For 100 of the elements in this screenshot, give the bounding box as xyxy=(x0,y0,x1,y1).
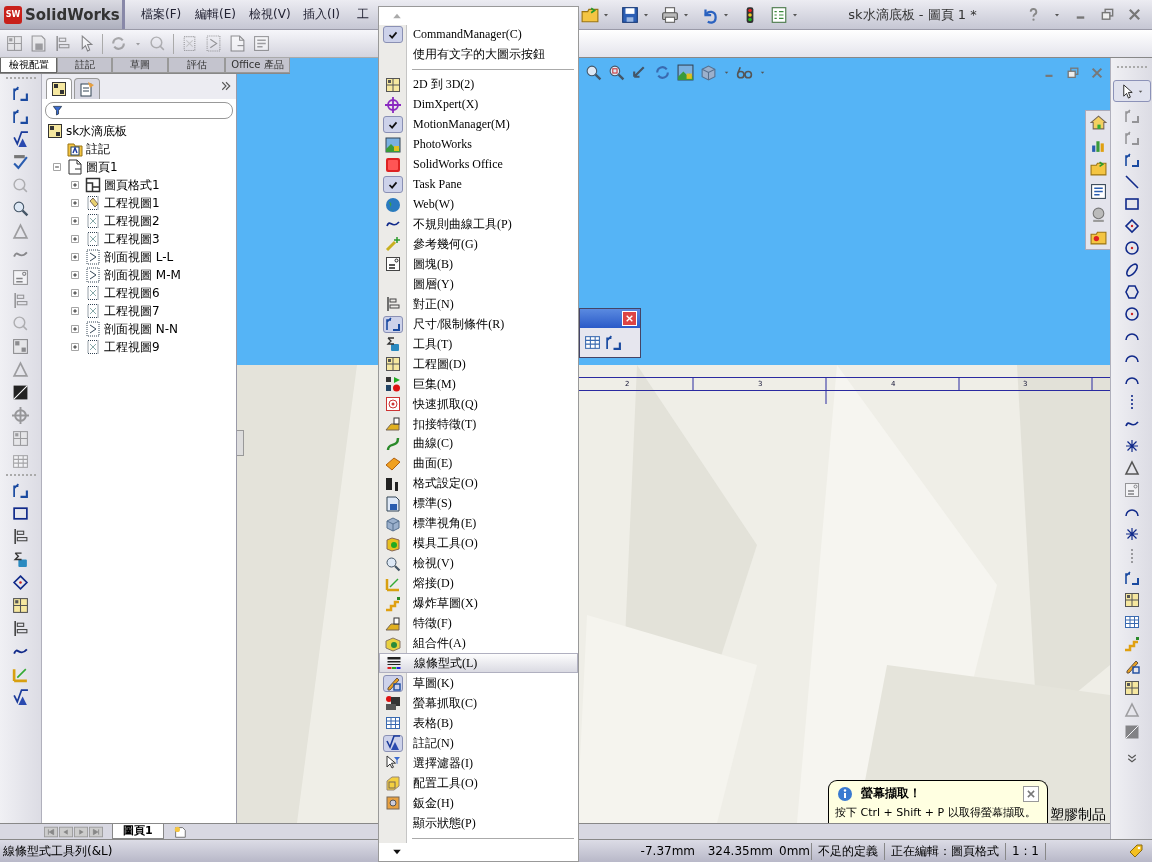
panel-tab[interactable] xyxy=(46,78,72,99)
tree-item[interactable]: 剖面視圖 L-L xyxy=(104,248,174,266)
save-icon[interactable] xyxy=(621,5,639,24)
menu-item[interactable]: 標準視角(E) xyxy=(379,513,578,534)
collapse-handle[interactable] xyxy=(237,430,244,456)
tab[interactable]: 註記 xyxy=(57,58,112,73)
rotate-icon[interactable] xyxy=(654,64,671,81)
menu-item[interactable]: 尺寸/限制條件(R) xyxy=(379,314,578,335)
star-icon[interactable] xyxy=(1123,438,1140,454)
checklist-icon[interactable] xyxy=(770,5,788,24)
menu-item[interactable]: 巨集(M) xyxy=(379,374,578,395)
tree-item[interactable]: 剖面視圖 M-M xyxy=(104,266,181,284)
menu-item[interactable]: 爆炸草圖(X) xyxy=(379,593,578,614)
menu-item[interactable]: 配置工具(O) xyxy=(379,773,578,794)
glasses-icon[interactable] xyxy=(736,64,753,81)
menu-item[interactable]: DimXpert(X) xyxy=(379,94,578,115)
plus-icon[interactable] xyxy=(69,287,81,299)
tag-icon[interactable] xyxy=(1128,843,1144,859)
tools-icon[interactable] xyxy=(12,551,29,568)
diamond-icon[interactable] xyxy=(1123,218,1140,234)
dimension-icon[interactable] xyxy=(1123,570,1140,586)
tree-item[interactable]: 圖頁格式1 xyxy=(104,176,160,194)
new-sheet-icon[interactable] xyxy=(172,824,187,839)
zoom-area-icon[interactable] xyxy=(608,64,625,81)
steps-icon[interactable] xyxy=(1123,636,1140,652)
menu-item[interactable]: 扣接特徵(T) xyxy=(379,414,578,434)
plus-icon[interactable] xyxy=(69,233,81,245)
menu-item[interactable]: 特徵(F) xyxy=(379,613,578,634)
plus-icon[interactable] xyxy=(69,341,81,353)
menu-item[interactable]: 快速抓取(Q) xyxy=(379,394,578,415)
plus-icon[interactable] xyxy=(69,269,81,281)
annotation-icon[interactable] xyxy=(12,689,29,706)
menu-item[interactable]: 曲線(C) xyxy=(379,434,578,454)
folder-icon[interactable] xyxy=(1089,160,1107,177)
menu-item[interactable]: 表格(B) xyxy=(379,713,578,734)
check-mark-icon[interactable] xyxy=(12,154,29,171)
menu-item[interactable]: 2D 到 3D(2) xyxy=(379,74,578,95)
grid-icon[interactable] xyxy=(1123,592,1140,608)
menu-item[interactable]: 使用有文字的大圖示按鈕 xyxy=(379,44,578,65)
close-button[interactable] xyxy=(1023,785,1039,802)
menu-item[interactable]: 熔接(D) xyxy=(379,573,578,594)
minus-icon[interactable] xyxy=(51,161,63,173)
menu-item[interactable]: 線條型式(L) xyxy=(379,653,578,674)
tab[interactable]: 評估 xyxy=(168,58,225,73)
double-chevron-icon[interactable] xyxy=(1125,752,1138,764)
menu-item[interactable]: 註記(N) xyxy=(379,733,578,754)
menu-item[interactable]: 圖塊(B) xyxy=(379,254,578,275)
align-icon[interactable] xyxy=(12,528,29,545)
menu-item[interactable]: MotionManager(M) xyxy=(379,114,578,135)
table-icon[interactable] xyxy=(584,334,601,351)
menu-item[interactable]: 曲面(E) xyxy=(379,453,578,474)
sheet-tab[interactable]: 圖頁1 xyxy=(112,824,164,839)
menu-item[interactable]: Web(W) xyxy=(379,194,578,215)
menu-item[interactable]: 格式設定(O) xyxy=(379,473,578,494)
ellipse-icon[interactable] xyxy=(1123,262,1140,278)
menu-item[interactable]: 插入(I) xyxy=(303,6,357,23)
menu-item[interactable]: 檢視(V) xyxy=(249,6,303,23)
folder-star-icon[interactable] xyxy=(1089,229,1107,246)
plus-icon[interactable] xyxy=(69,197,81,209)
menu-item[interactable]: 顯示狀態(P) xyxy=(379,813,578,834)
folder-icon[interactable] xyxy=(581,5,599,24)
menu-item[interactable]: 工程圖(D) xyxy=(379,354,578,375)
diamond-icon[interactable] xyxy=(12,574,29,591)
block-icon[interactable] xyxy=(1123,482,1140,498)
restore-icon[interactable] xyxy=(1066,66,1080,80)
menu-item[interactable]: 不規則曲線工具(P) xyxy=(379,214,578,235)
annotation-icon[interactable] xyxy=(12,131,29,148)
dimension-icon[interactable] xyxy=(12,482,29,499)
dimension-icon[interactable] xyxy=(12,85,29,102)
menu-item[interactable]: 對正(N) xyxy=(379,294,578,315)
filter-field[interactable] xyxy=(45,102,233,119)
menu-item[interactable]: 草圖(K) xyxy=(379,673,578,694)
tree-item[interactable]: 工程視圖2 xyxy=(104,212,160,230)
circle-icon[interactable] xyxy=(1123,306,1140,322)
sheet-icon[interactable] xyxy=(229,35,246,52)
section-view-icon[interactable] xyxy=(205,35,222,52)
tree-icon[interactable] xyxy=(12,338,29,355)
image-icon[interactable] xyxy=(677,64,694,81)
tab[interactable]: 檢視配置 xyxy=(0,58,57,73)
menu-item[interactable]: 檔案(F) xyxy=(141,6,195,23)
plus-icon[interactable] xyxy=(69,323,81,335)
menu-item[interactable]: 標準(S) xyxy=(379,493,578,514)
magnifier-icon[interactable] xyxy=(12,200,29,217)
rectangle-icon[interactable] xyxy=(12,505,29,522)
tab[interactable]: 草圖 xyxy=(112,58,168,73)
menu-item[interactable]: 螢幕抓取(C) xyxy=(379,693,578,714)
menu-item[interactable]: 編輯(E) xyxy=(195,6,249,23)
tree-item[interactable]: 工程視圖1 xyxy=(104,194,160,212)
menu-item[interactable]: 組合件(A) xyxy=(379,633,578,654)
menu-item[interactable]: 選擇濾器(I) xyxy=(379,753,578,774)
double-chevron-right-icon[interactable] xyxy=(220,80,232,92)
menu-item[interactable]: Task Pane xyxy=(379,174,578,195)
plus-icon[interactable] xyxy=(69,179,81,191)
tree-item[interactable]: 註記 xyxy=(86,140,110,158)
tree-item[interactable]: 剖面視圖 N-N xyxy=(104,320,179,338)
align-icon[interactable] xyxy=(12,620,29,637)
block-icon[interactable] xyxy=(12,269,29,286)
tab[interactable]: Office 產品 xyxy=(225,58,290,73)
plus-icon[interactable] xyxy=(69,305,81,317)
dimension-icon[interactable] xyxy=(1123,152,1140,168)
